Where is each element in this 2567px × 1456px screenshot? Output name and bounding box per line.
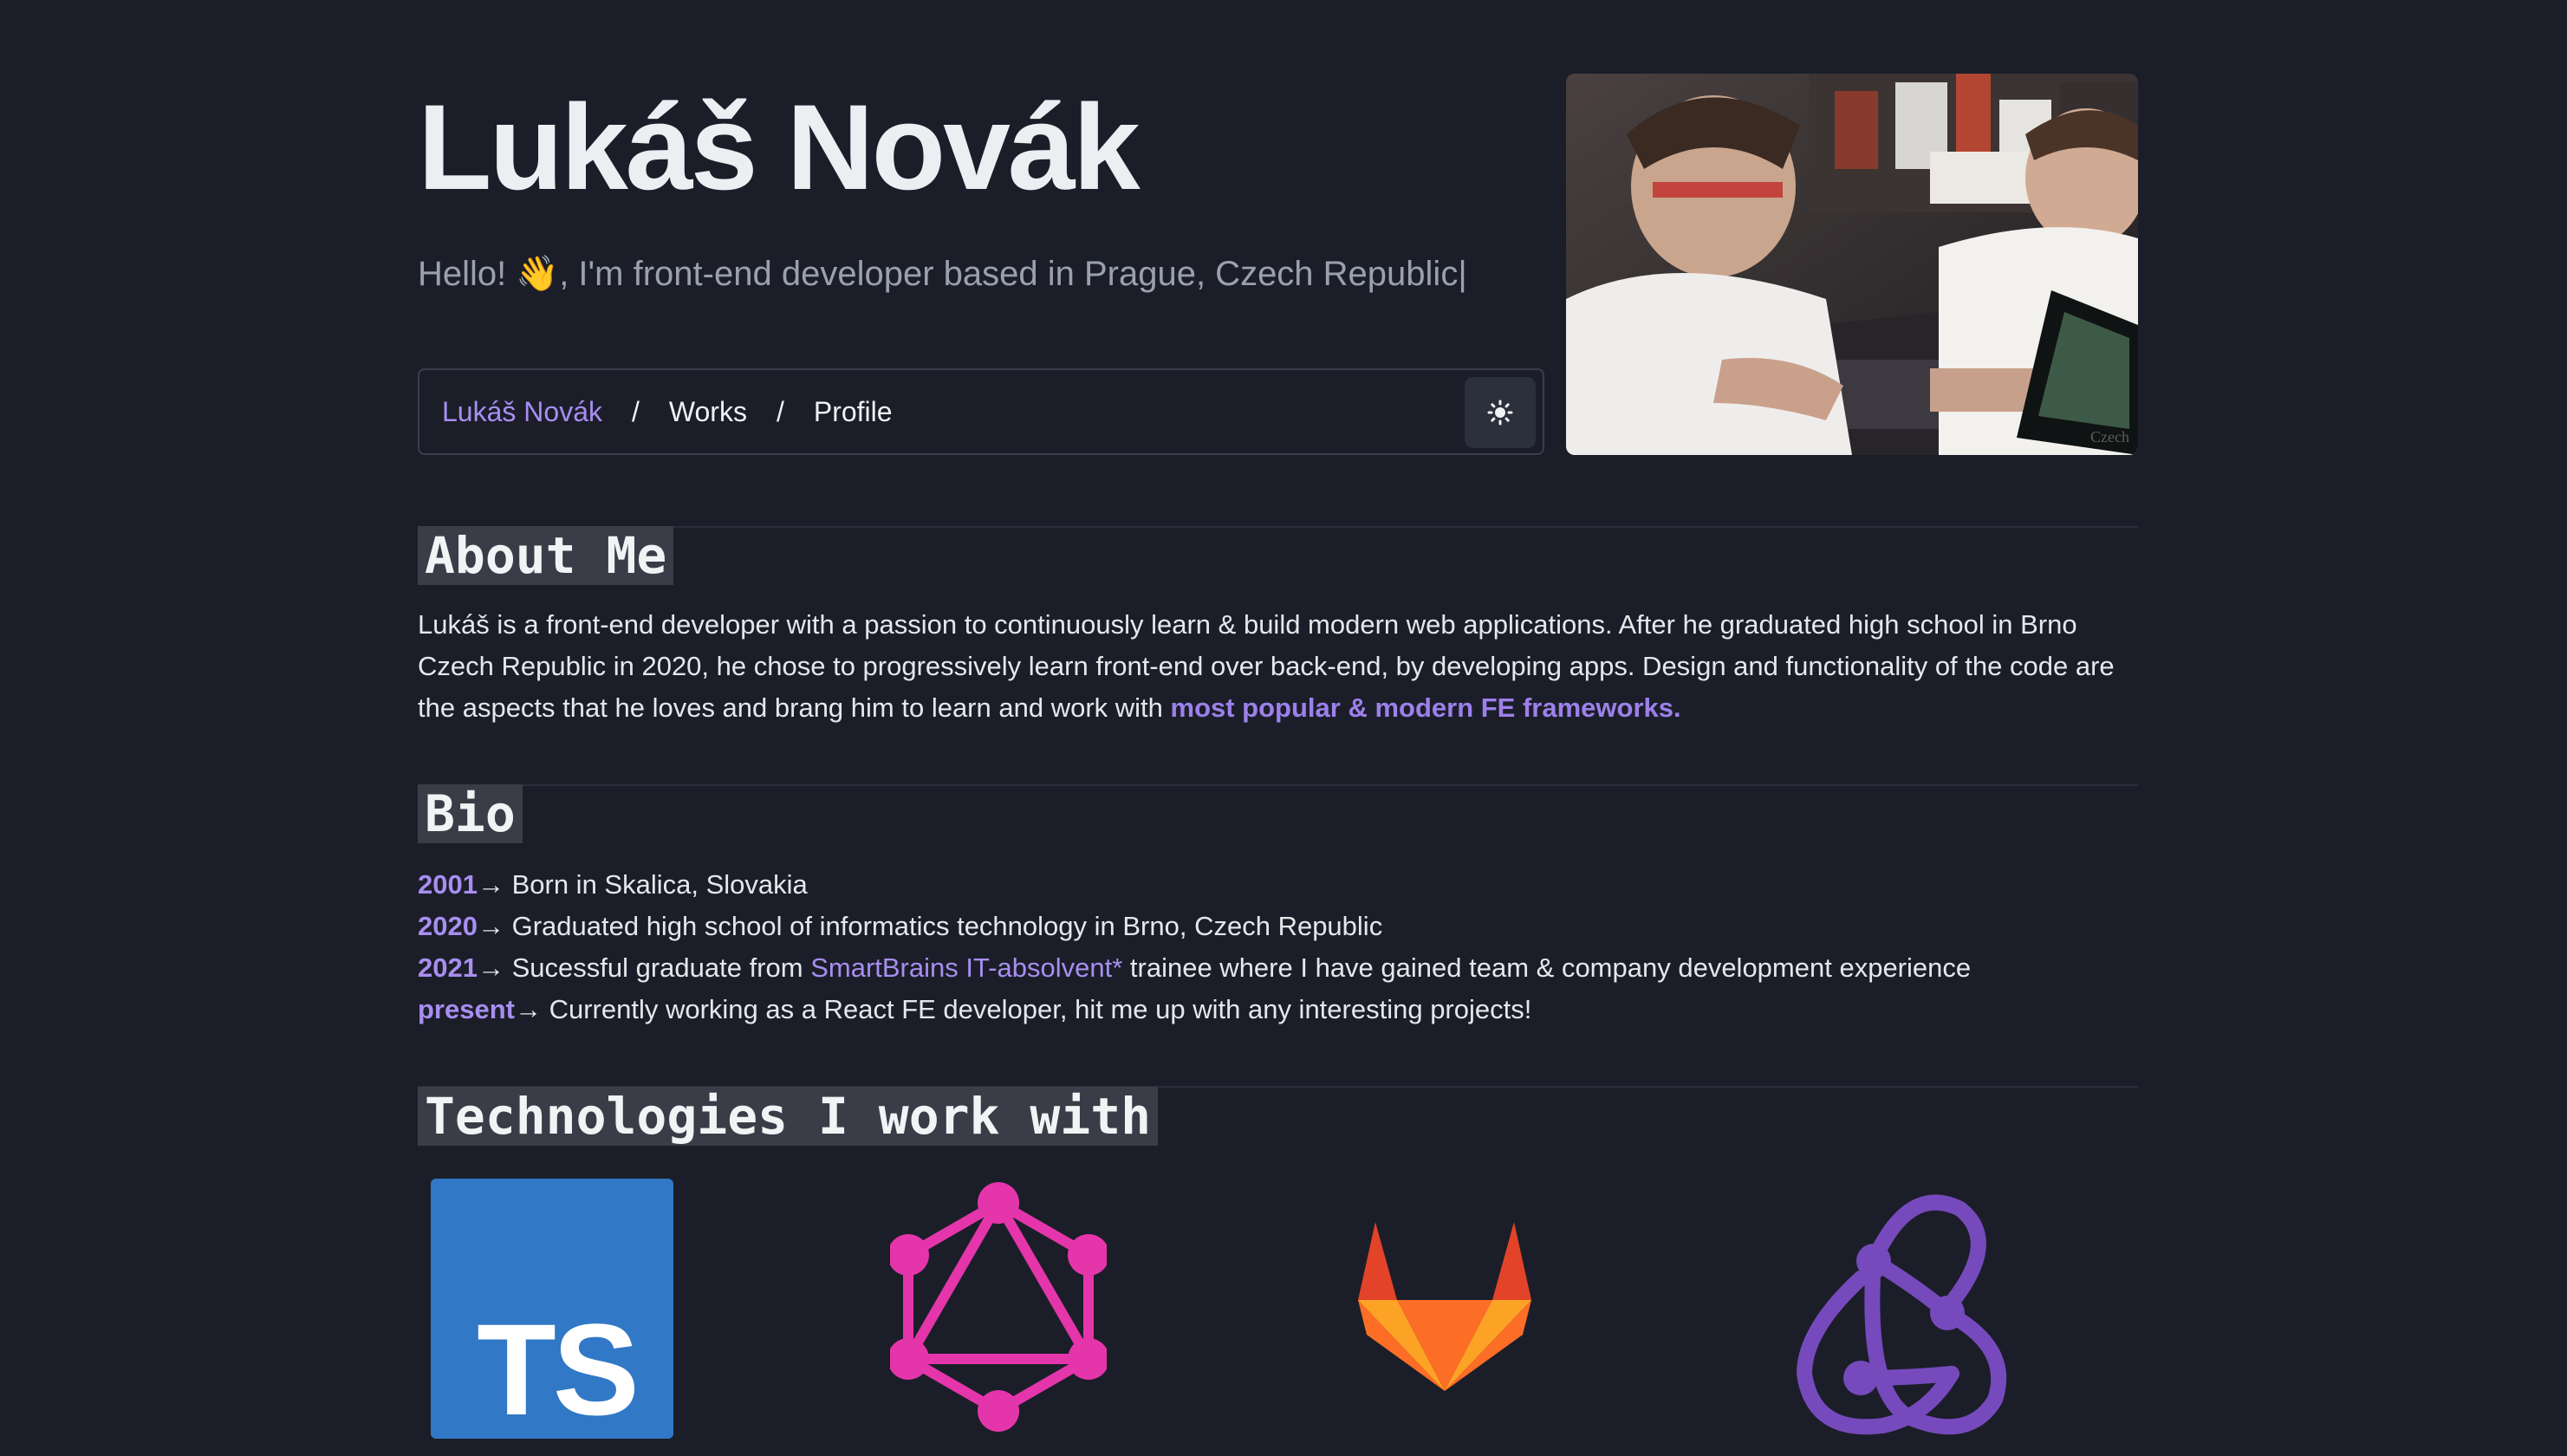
nav-profile-link[interactable]: Profile [814,396,893,428]
bio-entry: 2021→ Sucessful graduate from SmartBrain… [418,947,1971,989]
bio-text: Graduated high school of informatics tec… [504,911,1383,941]
bio-year: present [418,994,515,1024]
bio-year: 2020 [418,911,478,941]
breadcrumb-separator: / [631,395,640,427]
wave-icon: 👋 [516,254,560,294]
fe-frameworks-link[interactable]: most popular & modern FE frameworks. [1171,692,1681,723]
typescript-label: TS [477,1297,636,1439]
arrow-icon: → [514,994,542,1024]
nav-works-link[interactable]: Works [669,396,747,428]
page-title: Lukáš Novák [418,79,1141,215]
breadcrumb-separator: / [776,395,784,427]
arrow-icon: → [477,952,504,983]
bio-year: 2001 [418,869,478,900]
graphql-icon [887,1179,1109,1439]
arrow-icon: → [477,911,504,941]
arrow-icon: → [477,869,504,900]
typescript-icon: TS [431,1179,673,1442]
tagline-text: , I'm front-end developer based in Pragu… [559,255,1459,293]
bio-year: 2021 [418,952,478,983]
greeting-text: Hello! [418,255,517,293]
redux-icon [1778,1174,2021,1443]
about-text: Lukáš is a front-end developer with a pa… [418,604,2138,729]
bio-text: Currently working as a React FE develope… [541,994,1532,1024]
svg-text:Czech: Czech [2090,428,2129,445]
bio-text: Sucessful graduate from [504,952,811,983]
sun-icon [1487,400,1513,426]
gitlab-icon [1358,1218,1531,1391]
profile-photo: Czech [1566,74,2138,455]
about-heading: About Me [418,526,674,585]
section-divider [418,526,2138,528]
bio-entry: 2001→ Born in Skalica, Slovakia [418,864,808,906]
smartbrains-link[interactable]: SmartBrains IT-absolvent* [810,952,1122,983]
hero: Lukáš Novák Hello! 👋, I'm front-end deve… [418,0,2138,468]
theme-toggle-button[interactable] [1465,377,1536,448]
section-divider [418,784,2138,786]
bio-entry: present→ Currently working as a React FE… [418,989,1531,1030]
typing-caret: | [1458,255,1467,293]
breadcrumb-navbar: Lukáš Novák / Works / Profile [418,368,1544,455]
bio-entry: 2020→ Graduated high school of informati… [418,906,1382,947]
bio-text: trainee where I have gained team & compa… [1122,952,1972,983]
bio-heading: Bio [418,784,523,843]
tagline: Hello! 👋, I'm front-end developer based … [418,251,1467,296]
nav-home-link[interactable]: Lukáš Novák [442,396,602,428]
page-container: Lukáš Novák Hello! 👋, I'm front-end deve… [418,0,2138,1442]
bio-text: Born in Skalica, Slovakia [504,869,808,900]
technologies-heading: Technologies I work with [418,1087,1159,1146]
